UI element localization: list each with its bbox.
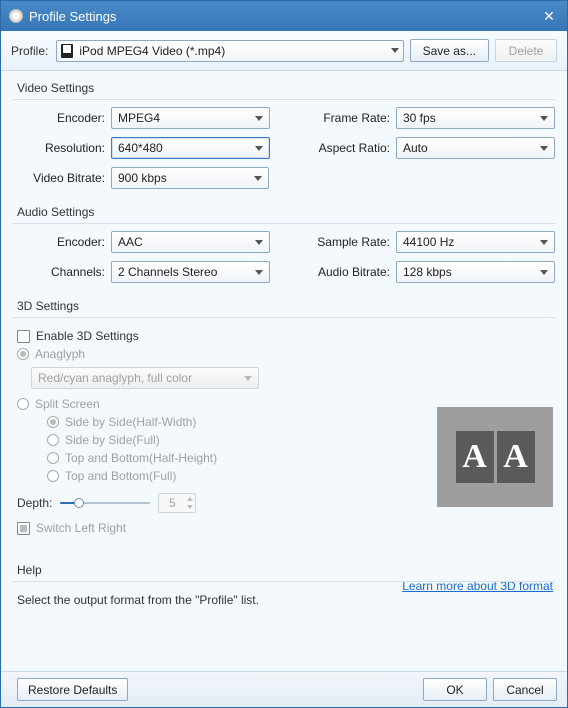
split-screen-radio xyxy=(17,398,29,410)
channels-select[interactable]: 2 Channels Stereo xyxy=(111,261,270,283)
tb-full-radio xyxy=(47,470,59,482)
audio-settings-group: Audio Settings Encoder: AAC Sample Rate:… xyxy=(13,205,555,283)
ok-button[interactable]: OK xyxy=(423,678,487,701)
audio-bitrate-select[interactable]: 128 kbps xyxy=(396,261,555,283)
3d-preview: A A xyxy=(437,407,553,507)
video-settings-group: Video Settings Encoder: MPEG4 Frame Rate… xyxy=(13,81,555,189)
anaglyph-label: Anaglyph xyxy=(35,347,85,361)
enable-3d-label: Enable 3D Settings xyxy=(36,329,139,343)
aspect-ratio-label: Aspect Ratio: xyxy=(298,141,396,155)
preview-letter-left: A xyxy=(456,431,494,483)
chevron-down-icon xyxy=(540,270,548,275)
slider-thumb[interactable] xyxy=(74,498,84,508)
audio-encoder-select[interactable]: AAC xyxy=(111,231,270,253)
tb-full-label: Top and Bottom(Full) xyxy=(65,469,176,483)
audio-encoder-label: Encoder: xyxy=(13,235,111,249)
ipod-icon xyxy=(61,44,73,58)
video-settings-title: Video Settings xyxy=(13,81,555,95)
chevron-down-icon xyxy=(255,146,263,151)
depth-label: Depth: xyxy=(17,496,52,510)
chevron-down-icon xyxy=(254,176,262,181)
anaglyph-option-select: Red/cyan anaglyph, full color xyxy=(31,367,259,389)
switch-lr-label: Switch Left Right xyxy=(36,521,126,535)
side-full-label: Side by Side(Full) xyxy=(65,433,160,447)
frame-rate-label: Frame Rate: xyxy=(298,111,396,125)
enable-3d-checkbox[interactable] xyxy=(17,330,30,343)
video-bitrate-label: Video Bitrate: xyxy=(13,171,111,185)
side-half-radio xyxy=(47,416,59,428)
spinner-down-icon xyxy=(187,505,193,509)
chevron-down-icon xyxy=(244,376,252,381)
video-encoder-label: Encoder: xyxy=(13,111,111,125)
video-bitrate-select[interactable]: 900 kbps xyxy=(111,167,269,189)
window-title: Profile Settings xyxy=(29,9,539,24)
switch-lr-checkbox xyxy=(17,522,30,535)
chevron-down-icon xyxy=(540,146,548,151)
video-encoder-select[interactable]: MPEG4 xyxy=(111,107,270,129)
frame-rate-select[interactable]: 30 fps xyxy=(396,107,555,129)
profile-value: iPod MPEG4 Video (*.mp4) xyxy=(79,44,386,58)
restore-defaults-button[interactable]: Restore Defaults xyxy=(17,678,128,701)
help-title: Help xyxy=(13,563,555,577)
titlebar: Profile Settings ✕ xyxy=(1,1,567,31)
app-icon xyxy=(9,9,23,23)
chevron-down-icon xyxy=(255,240,263,245)
aspect-ratio-select[interactable]: Auto xyxy=(396,137,555,159)
spinner-up-icon xyxy=(187,497,193,501)
profile-select[interactable]: iPod MPEG4 Video (*.mp4) xyxy=(56,40,403,62)
delete-button: Delete xyxy=(495,39,557,62)
close-icon[interactable]: ✕ xyxy=(539,6,559,26)
split-screen-label: Split Screen xyxy=(35,397,100,411)
resolution-label: Resolution: xyxy=(13,141,111,155)
cancel-button[interactable]: Cancel xyxy=(493,678,557,701)
chevron-down-icon xyxy=(540,116,548,121)
audio-settings-title: Audio Settings xyxy=(13,205,555,219)
tb-half-label: Top and Bottom(Half-Height) xyxy=(65,451,217,465)
3d-settings-title: 3D Settings xyxy=(13,299,555,313)
resolution-select[interactable]: 640*480 xyxy=(111,137,270,159)
audio-bitrate-label: Audio Bitrate: xyxy=(298,265,396,279)
channels-label: Channels: xyxy=(13,265,111,279)
profile-label: Profile: xyxy=(11,44,48,58)
side-full-radio xyxy=(47,434,59,446)
side-half-label: Side by Side(Half-Width) xyxy=(65,415,196,429)
preview-letter-right: A xyxy=(497,431,535,483)
sample-rate-select[interactable]: 44100 Hz xyxy=(396,231,555,253)
anaglyph-radio xyxy=(17,348,29,360)
chevron-down-icon xyxy=(540,240,548,245)
chevron-down-icon xyxy=(391,48,399,53)
chevron-down-icon xyxy=(255,270,263,275)
save-as-button[interactable]: Save as... xyxy=(410,39,489,62)
chevron-down-icon xyxy=(255,116,263,121)
depth-spinner: 5 xyxy=(158,493,196,513)
sample-rate-label: Sample Rate: xyxy=(298,235,396,249)
tb-half-radio xyxy=(47,452,59,464)
depth-slider[interactable] xyxy=(60,496,150,510)
